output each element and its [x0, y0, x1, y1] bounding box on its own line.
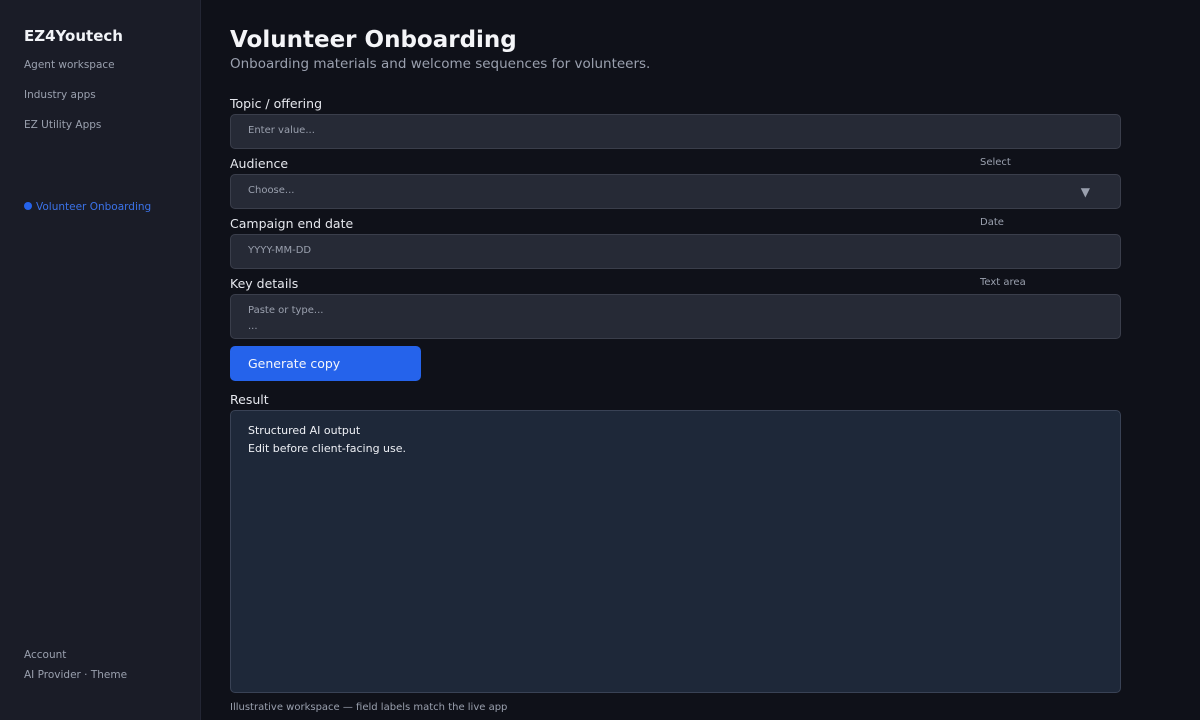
dot-icon [24, 202, 32, 210]
end-date-field-type: Date [980, 217, 1004, 228]
key-details-textarea[interactable]: Paste or type... ... [230, 294, 1121, 339]
end-date-input-placeholder: YYYY-MM-DD [248, 245, 312, 256]
result-label: Result [230, 392, 269, 407]
sidebar-item-volunteer-onboarding[interactable]: Volunteer Onboarding [24, 201, 151, 213]
result-line: Structured AI output [248, 424, 361, 437]
topic-input[interactable]: Enter value... [230, 114, 1121, 149]
page-title: Volunteer Onboarding [230, 27, 517, 53]
end-date-field-label: Campaign end date [230, 216, 354, 231]
audience-select-placeholder: Choose... [248, 185, 295, 196]
page-subtitle: Onboarding materials and welcome sequenc… [230, 56, 651, 72]
result-line: Edit before client-facing use. [248, 442, 407, 455]
audience-select[interactable]: Choose... ▼ [230, 174, 1121, 209]
chevron-down-icon: ▼ [1080, 185, 1090, 199]
sidebar-item-ez-utility-apps[interactable]: EZ Utility Apps [24, 119, 101, 131]
brand-name: EZ4Youtech [24, 27, 123, 45]
footnote: Illustrative workspace — field labels ma… [230, 702, 508, 713]
sidebar-item-agent-workspace[interactable]: Agent workspace [24, 59, 115, 71]
topic-input-placeholder: Enter value... [248, 125, 315, 136]
key-details-placeholder: Paste or type... [248, 305, 324, 316]
sidebar-item-provider-theme[interactable]: AI Provider · Theme [24, 669, 127, 681]
audience-field-label: Audience [230, 156, 289, 171]
sidebar-item-label: Volunteer Onboarding [36, 201, 152, 213]
sidebar-item-industry-apps[interactable]: Industry apps [24, 89, 96, 101]
key-details-placeholder-line2: ... [248, 321, 258, 332]
key-details-field-type: Text area [980, 277, 1026, 288]
topic-field-label: Topic / offering [230, 96, 323, 111]
sidebar: EZ4Youtech Agent workspace Industry apps… [0, 0, 201, 720]
sidebar-item-account[interactable]: Account [24, 649, 66, 661]
end-date-input[interactable]: YYYY-MM-DD [230, 234, 1121, 269]
audience-field-type: Select [980, 157, 1011, 168]
key-details-field-label: Key details [230, 276, 299, 291]
generate-copy-button[interactable]: Generate copy [230, 346, 421, 381]
result-output[interactable]: Structured AI output Edit before client-… [230, 410, 1121, 693]
